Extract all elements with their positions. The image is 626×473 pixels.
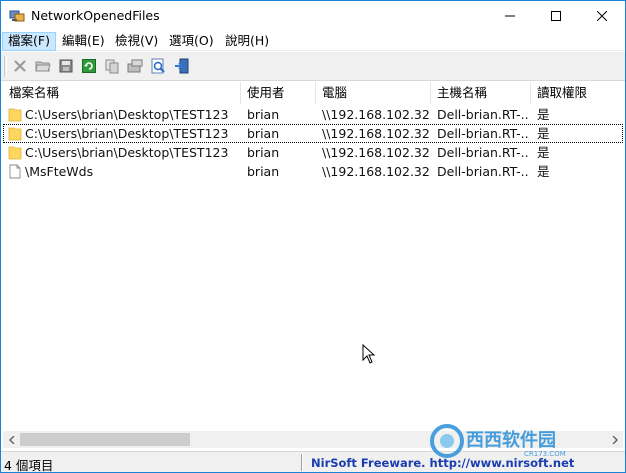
window-title: NetworkOpenedFiles (31, 8, 160, 23)
cell-read-access: 是 (537, 164, 550, 179)
svg-text:CR173.COM: CR173.COM (524, 450, 566, 458)
menu-file[interactable]: 檔案(F) (2, 32, 56, 51)
save-icon (59, 59, 73, 73)
cell-hostname: Dell-brian.RT-... (437, 145, 529, 160)
scroll-right-button[interactable] (606, 431, 623, 448)
close-button[interactable] (579, 1, 625, 31)
cell-hostname: Dell-brian.RT-... (437, 107, 529, 122)
toolbar-grip[interactable] (4, 56, 7, 77)
properties-button[interactable] (125, 56, 145, 76)
cell-user: brian (247, 107, 280, 122)
cell-filename: C:\Users\brian\Desktop\TEST123 (25, 126, 229, 141)
cell-computer: \\192.168.102.32 (322, 164, 430, 179)
close-files-button[interactable] (10, 56, 30, 76)
copy-icon (105, 59, 119, 74)
copy-button[interactable] (102, 56, 122, 76)
menu-view[interactable]: 檢視(V) (110, 32, 163, 51)
exit-icon (175, 58, 189, 74)
minimize-icon (505, 15, 515, 17)
mouse-cursor-icon (362, 344, 376, 364)
column-header-filename[interactable]: 檔案名稱 (3, 82, 241, 104)
column-header-computer[interactable]: 電腦 (316, 82, 431, 104)
table-row[interactable]: C:\Users\brian\Desktop\TEST123 brian \\1… (3, 143, 623, 162)
table-row[interactable]: C:\Users\brian\Desktop\TEST123 brian \\1… (3, 124, 623, 143)
table-row[interactable]: C:\Users\brian\Desktop\TEST123 brian \\1… (3, 105, 623, 124)
open-folder-button[interactable] (33, 56, 53, 76)
close-files-icon (14, 60, 26, 72)
cell-filename: C:\Users\brian\Desktop\TEST123 (25, 107, 229, 122)
cell-computer: \\192.168.102.32 (322, 145, 430, 160)
maximize-button[interactable] (533, 1, 579, 31)
opened-files-list[interactable]: 檔案名稱 使用者 電腦 主機名稱 讀取權限 C:\Users\brian\Des… (3, 82, 623, 431)
item-count: 4 個項目 (4, 458, 54, 473)
save-button[interactable] (56, 56, 76, 76)
html-report-button[interactable] (148, 56, 168, 76)
cell-read-access: 是 (537, 107, 550, 122)
cell-computer: \\192.168.102.32 (322, 126, 430, 141)
status-separator (301, 454, 303, 471)
table-row[interactable]: \MsFteWds brian \\192.168.102.32 Dell-br… (3, 162, 623, 181)
folder-icon (8, 108, 22, 122)
cell-user: brian (247, 164, 280, 179)
scrollbar-thumb[interactable] (20, 433, 190, 446)
exit-button[interactable] (172, 56, 192, 76)
folder-icon (8, 146, 22, 160)
cell-user: brian (247, 145, 280, 160)
menu-help[interactable]: 說明(H) (220, 32, 274, 51)
maximize-icon (551, 11, 561, 21)
refresh-icon (82, 59, 96, 73)
cell-hostname: Dell-brian.RT-... (437, 164, 529, 179)
title-bar[interactable]: NetworkOpenedFiles (1, 1, 625, 31)
cell-filename: \MsFteWds (25, 164, 94, 179)
minimize-button[interactable] (487, 1, 533, 31)
scroll-left-icon (8, 435, 14, 444)
menu-bar: 檔案(F) 編輯(E) 檢視(V) 選項(O) 說明(H) (1, 31, 625, 51)
cell-computer: \\192.168.102.32 (322, 107, 430, 122)
folder-icon (8, 127, 22, 141)
html-report-icon (151, 58, 165, 74)
cell-read-access: 是 (537, 145, 550, 160)
network-app-icon (9, 10, 25, 22)
toolbar (1, 52, 625, 81)
column-header-read-access[interactable]: 讀取權限 (531, 82, 623, 104)
close-icon (597, 11, 607, 21)
refresh-button[interactable] (79, 56, 99, 76)
properties-icon (127, 59, 143, 73)
menu-edit[interactable]: 編輯(E) (57, 32, 110, 51)
open-folder-icon (35, 61, 51, 72)
column-header-row: 檔案名稱 使用者 電腦 主機名稱 讀取權限 (3, 82, 623, 104)
column-header-hostname[interactable]: 主機名稱 (431, 82, 531, 104)
file-icon (9, 164, 21, 179)
scroll-left-button[interactable] (3, 431, 20, 448)
cell-filename: C:\Users\brian\Desktop\TEST123 (25, 145, 229, 160)
cell-hostname: Dell-brian.RT-... (437, 126, 529, 141)
menu-options[interactable]: 選項(O) (164, 32, 219, 51)
scroll-right-icon (612, 435, 618, 444)
svg-text:西西软件园: 西西软件园 (466, 429, 556, 451)
cell-user: brian (247, 126, 280, 141)
watermark-logo: 西西软件园 CR173.COM (430, 424, 566, 458)
column-header-user[interactable]: 使用者 (241, 82, 316, 104)
cell-read-access: 是 (537, 126, 550, 141)
app-window: NetworkOpenedFiles 檔案(F) 編輯(E) 檢視(V) 選項(… (0, 0, 626, 473)
